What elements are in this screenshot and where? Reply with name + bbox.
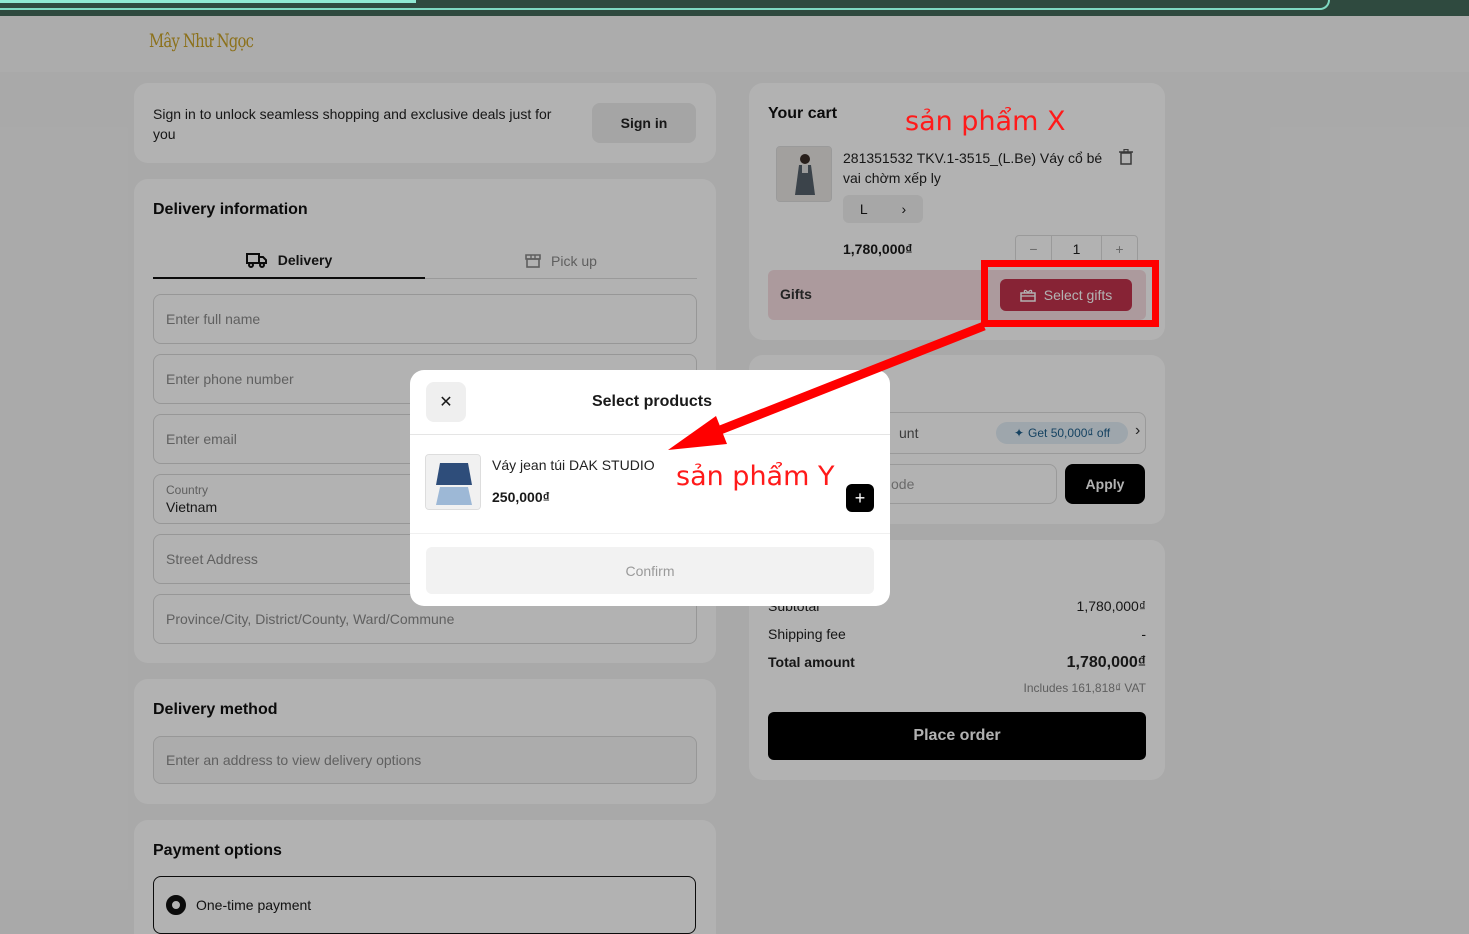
annotation-product-y: sản phẩm Y	[676, 461, 835, 492]
annotation-product-x: sản phẩm X	[905, 106, 1066, 137]
